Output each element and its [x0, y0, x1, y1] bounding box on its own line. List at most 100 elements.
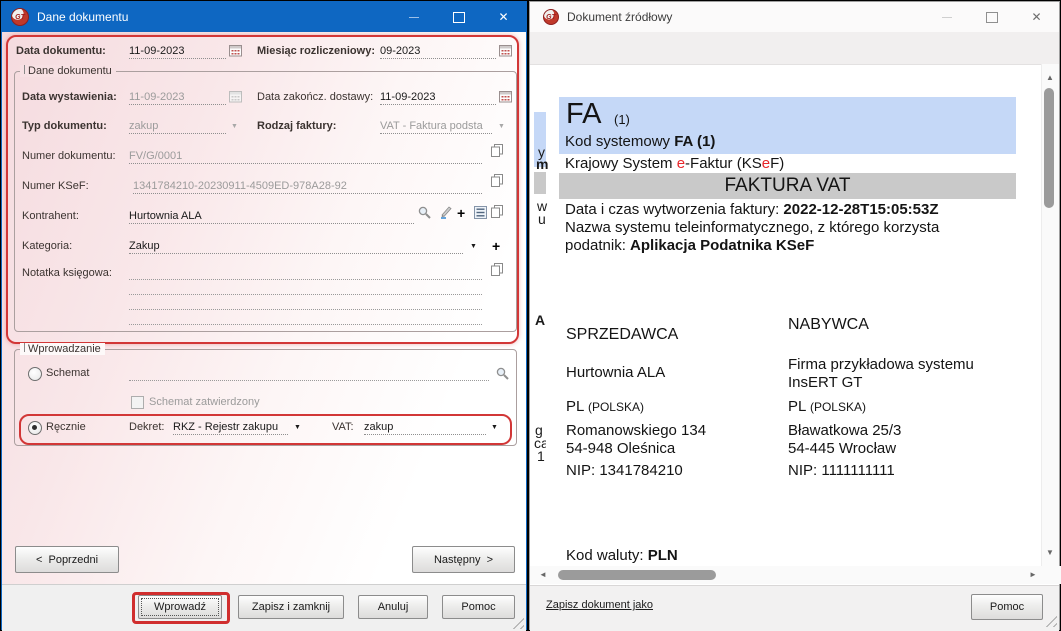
next-button[interactable]: Następny > [412, 546, 515, 573]
chevron-down-icon[interactable]: ▼ [294, 424, 301, 431]
copy-icon[interactable] [491, 263, 504, 276]
horizontal-scrollbar-thumb[interactable] [558, 570, 716, 580]
calendar-icon[interactable] [499, 44, 512, 57]
schema-radio[interactable] [28, 367, 42, 381]
schema-approved-checkbox [131, 396, 144, 409]
search-icon[interactable] [495, 366, 510, 381]
minimize-button[interactable] [391, 2, 436, 32]
category-dropdown[interactable]: Zakup [129, 239, 463, 254]
maximize-icon [985, 11, 998, 23]
vat-label: VAT: [332, 421, 354, 433]
invoice-created-line: Data i czas wytworzenia faktury: 2022-12… [565, 201, 939, 218]
invoice-ksef-line: Krajowy System e-Faktur (KSeF) [565, 155, 785, 172]
minimize-icon [408, 16, 419, 18]
maximize-icon [452, 11, 465, 23]
titlebar-dokument-zrodlowy[interactable]: GT Dokument źródłowy ✕ [530, 2, 1059, 33]
settlement-month-label: Miesiąc rozliczeniowy: [257, 45, 375, 57]
stale-render-fragment [534, 172, 546, 194]
seller-city: 54-948 Oleśnica [566, 440, 676, 457]
schema-input-line[interactable] [129, 380, 489, 381]
schema-radio-label: Schemat [46, 367, 90, 379]
invoice-system-name-line1: Nazwa systemu teleinformatycznego, z któ… [565, 219, 940, 236]
chevron-down-icon[interactable]: ▼ [491, 424, 498, 431]
note-input-line[interactable] [129, 294, 482, 295]
calendar-icon[interactable] [229, 44, 242, 57]
seller-street: Romanowskiego 134 [566, 422, 707, 439]
cancel-button[interactable]: Anuluj [358, 595, 428, 619]
edit-pencil-icon[interactable] [439, 205, 453, 219]
maximize-button[interactable] [969, 2, 1014, 32]
copy-icon[interactable] [491, 205, 504, 218]
invoice-title-band: FAKTURA VAT [559, 173, 1016, 199]
currency-line: Kod waluty: PLN [566, 547, 678, 564]
chevron-down-icon: ▼ [498, 123, 505, 130]
group-wprowadzanie-title: Wprowadzanie [20, 343, 105, 355]
preview-toolbar [530, 32, 1059, 65]
note-input-line[interactable] [129, 279, 482, 280]
note-input-line[interactable] [129, 324, 482, 325]
scroll-left-icon[interactable]: ◄ [539, 571, 547, 579]
chevron-down-icon[interactable]: ▼ [470, 243, 477, 250]
enter-button[interactable]: Wprowadź [138, 595, 222, 619]
insert-gt-logo-icon: GT [543, 9, 559, 25]
seller-country: PL (POLSKA) [566, 398, 644, 415]
manual-radio[interactable] [28, 421, 42, 435]
titlebar-dane-dokumentu[interactable]: GT Dane dokumentu ✕ [2, 2, 526, 32]
search-icon[interactable] [417, 205, 432, 220]
document-form: Data dokumentu: 11-09-2023 Miesiąc rozli… [2, 32, 526, 631]
accounting-note-label: Notatka księgowa: [22, 267, 112, 279]
window-title: Dane dokumentu [37, 10, 129, 24]
ksef-number-label: Numer KSeF: [22, 180, 89, 192]
buyer-city: 54-445 Wrocław [788, 440, 897, 457]
delivery-date-label: Data zakończ. dostawy: [257, 91, 374, 103]
insert-gt-logo-icon: GT [11, 8, 29, 26]
group-dane-dokumentu-title: Dane dokumentu [20, 65, 116, 77]
close-button[interactable]: ✕ [1014, 2, 1059, 32]
scroll-down-icon[interactable]: ▼ [1046, 549, 1054, 557]
maximize-button[interactable] [436, 2, 481, 32]
previous-button[interactable]: < Poprzedni [15, 546, 119, 573]
delivery-date-field[interactable]: 11-09-2023 [380, 90, 496, 105]
dekret-dropdown[interactable]: RKZ - Rejestr zakupu [173, 420, 288, 435]
help-button[interactable]: Pomoc [442, 595, 515, 619]
scroll-up-icon[interactable]: ▲ [1046, 74, 1054, 82]
vat-dropdown[interactable]: zakup [364, 420, 486, 435]
minimize-icon [941, 16, 952, 18]
schema-approved-label: Schemat zatwierdzony [149, 396, 260, 408]
doc-number-field: FV/G/0001 [129, 149, 482, 164]
stale-render-fragment: A [535, 312, 546, 328]
stale-render-fragment: m [536, 156, 548, 172]
contractor-field[interactable]: Hurtownia ALA [129, 209, 414, 224]
issue-date-field: 11-09-2023 [129, 90, 226, 105]
close-button[interactable]: ✕ [481, 2, 526, 32]
stale-render-fragment: 1 [537, 448, 545, 464]
note-input-line[interactable] [129, 309, 482, 310]
seller-name: Hurtownia ALA [566, 364, 666, 381]
seller-nip: NIP: 1341784210 [566, 462, 683, 479]
add-category-icon[interactable]: + [492, 239, 500, 253]
save-document-as-link[interactable]: Zapisz dokument jako [546, 599, 653, 611]
invoice-kind-label: Rodzaj faktury: [257, 120, 337, 132]
calendar-icon[interactable] [499, 90, 512, 103]
doc-type-dropdown: zakup [129, 119, 226, 134]
doc-number-label: Numer dokumentu: [22, 150, 116, 162]
add-contractor-icon[interactable]: + [457, 206, 465, 220]
help-button[interactable]: Pomoc [971, 594, 1043, 620]
invoice-system-code-line: Kod systemowy FA (1) [565, 133, 716, 150]
window-dane-dokumentu: GT Dane dokumentu ✕ Data dokumentu: 11-0… [1, 1, 527, 631]
calendar-icon-disabled [229, 90, 242, 103]
category-label: Kategoria: [22, 240, 73, 252]
save-and-close-button[interactable]: Zapisz i zamknij [238, 595, 344, 619]
copy-icon[interactable] [491, 174, 504, 187]
vertical-scrollbar-thumb[interactable] [1044, 88, 1054, 208]
minimize-button[interactable] [924, 2, 969, 32]
doc-date-field[interactable]: 11-09-2023 [129, 44, 226, 59]
invoice-system-name-line2: podatnik: Aplikacja Podatnika KSeF [565, 237, 815, 254]
copy-icon[interactable] [491, 144, 504, 157]
settlement-month-field[interactable]: 09-2023 [380, 44, 496, 59]
list-icon[interactable] [474, 206, 487, 219]
window-dokument-zrodlowy: GT Dokument źródłowy ✕ y m w u A g ca 1 … [529, 1, 1061, 631]
window-title: Dokument źródłowy [567, 10, 673, 24]
scroll-right-icon[interactable]: ► [1029, 571, 1037, 579]
buyer-country: PL (POLSKA) [788, 398, 866, 415]
